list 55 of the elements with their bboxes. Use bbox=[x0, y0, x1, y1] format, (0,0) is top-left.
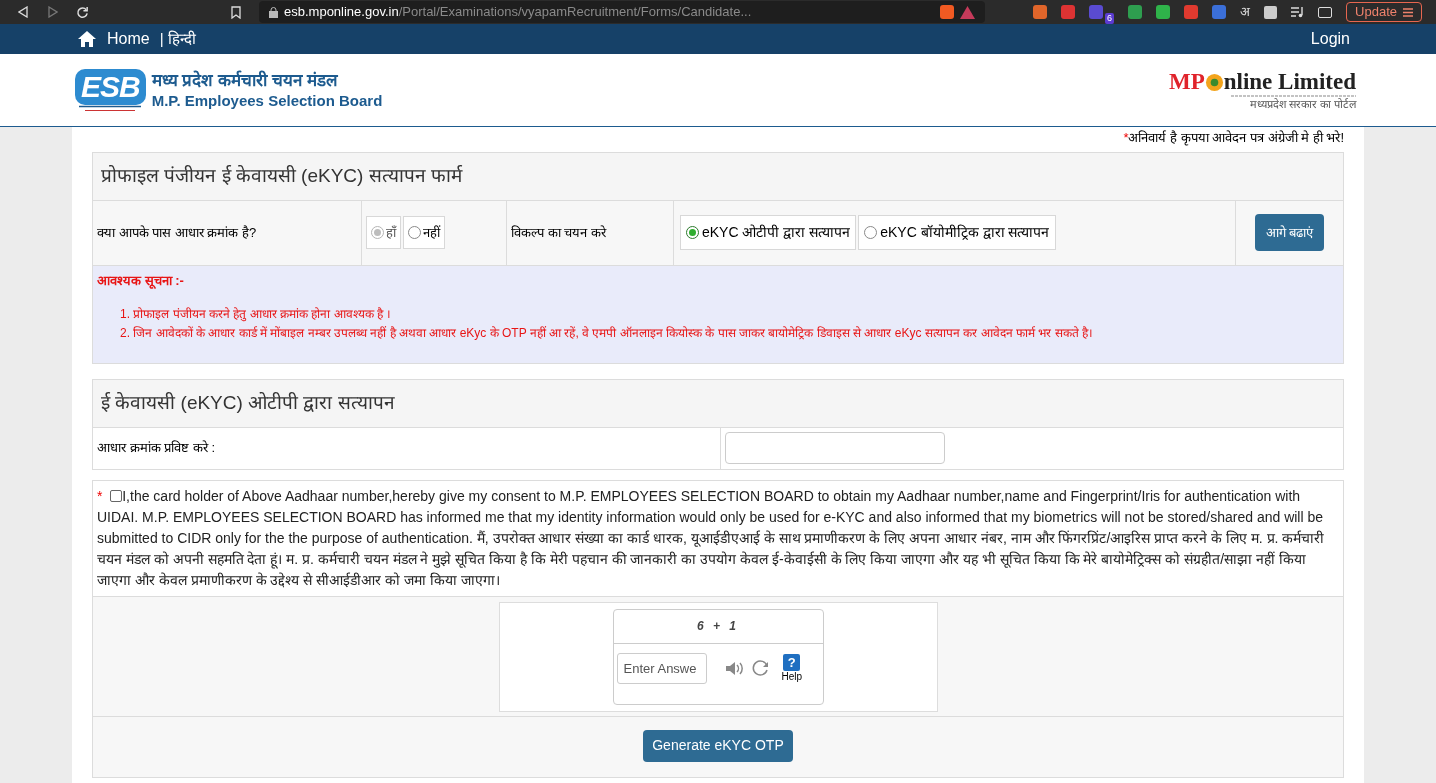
extension-icon[interactable] bbox=[1212, 5, 1227, 19]
logo-letters: ESB bbox=[75, 68, 146, 105]
notice-heading: आवश्यक सूचना :- bbox=[97, 271, 185, 290]
notice-item: 2. जिन आवेदकों के आधार कार्ड में मोंबाइल नम्बर उपलब्ध नहीं है अथवा आधार eKyc के OTP नहीं आ रहें, वे एमपी ऑनलाइन कियोस्क के पास जाकर बायोमेट्रिक डिवाइस से आधार eKyc सत्यापन कर आवेदन फार्म भर सकते है। bbox=[120, 325, 1094, 341]
menu-icon bbox=[1403, 7, 1413, 17]
next-button[interactable]: आगे बढाएं bbox=[1254, 214, 1325, 251]
help-label[interactable]: Help bbox=[781, 671, 803, 682]
extension-icon[interactable] bbox=[1184, 5, 1199, 19]
board-title-hindi: मध्य प्रदेश कर्मचारी चयन मंडल bbox=[151, 70, 339, 91]
field-label: क्या आपके पास आधार क्रमांक है? bbox=[97, 223, 257, 242]
partner-logo-text: MP bbox=[1168, 69, 1205, 94]
extension-icon[interactable] bbox=[1061, 5, 1076, 19]
reload-icon[interactable] bbox=[76, 5, 89, 19]
consent-text: * I,the card holder of Above Aadhaar number,hereby give my consent to M.P. EMPLOYEES SELECTION BOARD to obtain my Aadhaar number,name and Fingerprint/Iris for authentication with UIDAI. M.P. EMPLOYEES SELECTION BOARD has informed me that my identity information would only be used for e-KYC and also informed that my biometrics will not be stored/shared and will be submitted to CIDR only for the the purpose of authentication. मैं, उपरोक्त आधार संख्या का कार्ड धारक, यूआईडीएआई के साथ प्रमाणीकरण के लिए अपना आधार नंबर, नाम और फिंगरप्रिंट/आइरिस प्राप्त करने के लिए म. प्र. कर्मचारी चयन मंडल को अपनी सहमति देता हूं। म. प्र. कर्मचारी चयन मंडल ने मुझे सूचित किया है कि मेरी पहचान की जानकारी का उपयोग केवल ई-केवाईसी के लिए किया जाएगा और यह भी सूचित किया कि मेरे बायोमेट्रिक्स को संग्रहीत/साझा नहीं किया जाएगा और केवल प्रमाणीकरण के उद्देश्य से सीआईडीआर को जमा किया जाएगा। bbox=[97, 486, 1326, 590]
section-title: प्रोफाइल पंजीयन ई केवायसी (eKYC) सत्यापन फार्म bbox=[101, 163, 462, 188]
captcha-answer-field[interactable]: Enter Answe bbox=[616, 652, 707, 684]
speaker-icon[interactable] bbox=[724, 660, 744, 676]
language-link[interactable]: | हिन्दी bbox=[159, 27, 196, 51]
board-title: M.P. Employees Selection Board bbox=[151, 90, 383, 110]
extension-icon[interactable] bbox=[1089, 5, 1104, 19]
extension-icon[interactable] bbox=[1033, 5, 1048, 19]
update-button[interactable]: Update bbox=[1346, 2, 1422, 22]
notice-item: 1. प्रोफाइल पंजीयन करने हेतु आधार क्रमांक होना आवश्यक है । bbox=[120, 306, 393, 322]
extension-badge: 6 bbox=[1105, 12, 1115, 24]
home-link[interactable]: Home bbox=[107, 27, 150, 51]
address-bar[interactable]: esb.mponline.gov.in/Portal/Examinations/vyapamRecruitment/Forms/Candidate... bbox=[259, 1, 985, 23]
radio-button[interactable] bbox=[408, 226, 421, 239]
field-label: आधार क्रमांक प्रविष्ट करे : bbox=[97, 439, 216, 458]
consent-checkbox[interactable] bbox=[110, 489, 123, 502]
extension-icon[interactable] bbox=[1128, 5, 1143, 19]
back-icon[interactable] bbox=[18, 6, 28, 18]
home-icon[interactable] bbox=[77, 30, 97, 48]
aadhaar-input[interactable] bbox=[725, 432, 945, 464]
section-title: ई केवायसी (eKYC) ओटीपी द्वारा सत्यापन bbox=[101, 390, 395, 415]
lock-icon bbox=[269, 6, 278, 18]
extension-icon[interactable] bbox=[1156, 5, 1171, 19]
login-link[interactable]: Login bbox=[1310, 27, 1350, 51]
flower-icon bbox=[1204, 72, 1224, 92]
radio-button[interactable] bbox=[686, 226, 699, 239]
partner-tagline-hindi: मध्यप्रदेश सरकार का पोर्टल bbox=[1249, 97, 1356, 111]
help-icon[interactable]: ? bbox=[783, 654, 801, 671]
field-label: विकल्प का चयन करे bbox=[511, 223, 606, 242]
triangle-icon[interactable] bbox=[960, 5, 975, 19]
forward-icon[interactable] bbox=[48, 6, 58, 18]
extension-letter[interactable]: अ bbox=[1240, 2, 1251, 22]
bookmark-icon[interactable] bbox=[231, 5, 241, 19]
generate-otp-button[interactable]: Generate eKYC OTP bbox=[643, 729, 793, 762]
url-text: esb.mponline.gov.in/Portal/Examinations/vyapamRecruitment/Forms/Candidate... bbox=[284, 3, 752, 22]
playlist-icon[interactable] bbox=[1291, 6, 1305, 18]
partner-logo-text: nline Limited bbox=[1223, 69, 1356, 94]
wallet-icon[interactable] bbox=[1318, 6, 1333, 18]
refresh-icon[interactable] bbox=[751, 659, 770, 677]
mandatory-note: *अनिवार्य है कृपया आवेदन पत्र अंग्रेजी मे ही भरे! bbox=[1123, 129, 1344, 148]
captcha-question: 6 + 1 bbox=[697, 618, 739, 635]
radio-button[interactable] bbox=[864, 226, 878, 239]
